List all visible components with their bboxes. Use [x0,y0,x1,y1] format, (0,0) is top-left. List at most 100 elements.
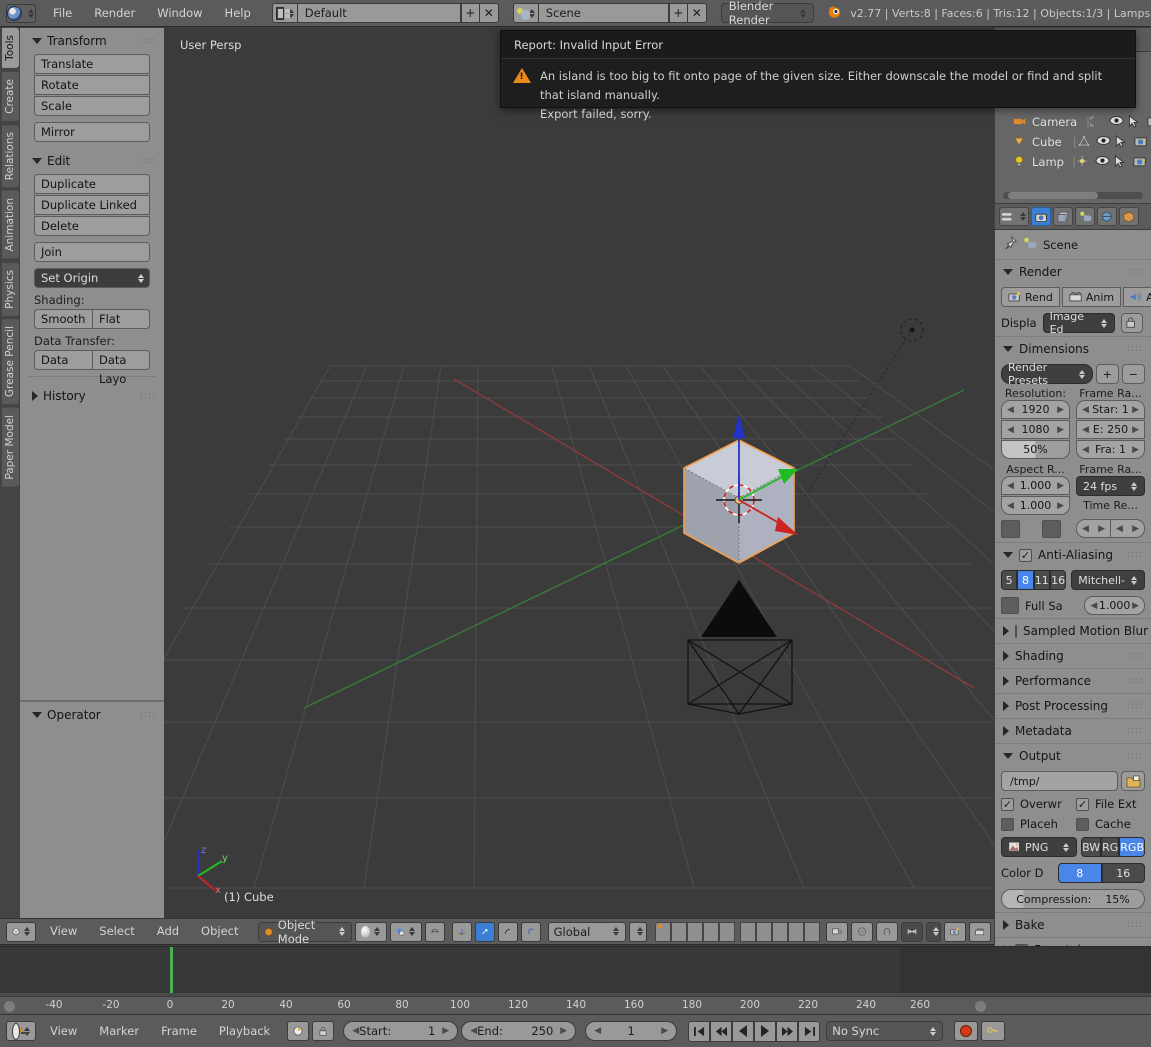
renderable-camera-icon[interactable] [1134,135,1149,149]
duplicate-button[interactable]: Duplicate [34,174,150,194]
panel-header-transform[interactable]: Transform :::: [20,28,164,54]
resolution-x-field[interactable]: ◀ 1920 ▶ [1001,400,1070,419]
timeline-track[interactable] [0,947,1151,993]
opengl-render-button[interactable] [944,922,966,942]
panel-header-operator[interactable]: Operator :::: [20,702,164,728]
orientation-spinner[interactable] [629,922,647,942]
lamp-data-icon[interactable] [1076,155,1091,169]
aa-filter-select[interactable]: Mitchell- [1071,570,1145,590]
properties-tab-object[interactable] [1119,207,1139,226]
pivot-align-toggle[interactable] [425,922,445,942]
sidebar-tab-grease-pencil[interactable]: Grease Pencil [2,319,19,404]
render-animation-button[interactable]: Anim [1062,287,1121,307]
data-layout-transfer-button[interactable]: Data Layo [92,350,150,370]
ruler-handle-left[interactable] [4,1001,15,1012]
selectable-cursor-icon[interactable] [1114,155,1129,169]
delete-scene-button[interactable]: ✕ [688,3,707,23]
outliner-scrollbar[interactable] [1003,192,1143,199]
editor-type-icon[interactable] [6,922,36,942]
frame-start-field[interactable]: ◀ Start: 1 ▶ [343,1021,458,1041]
output-path-input[interactable]: /tmp/ [1001,771,1118,791]
sidebar-tab-paper-model[interactable]: Paper Model [2,408,19,487]
jump-keyframe-forward-button[interactable] [776,1021,798,1042]
current-frame-field[interactable]: ◀ 1 ▶ [585,1021,677,1041]
border-checkbox[interactable] [1001,520,1020,538]
output-folder-button[interactable] [1121,771,1145,791]
visibility-eye-icon[interactable] [1095,155,1110,169]
mirror-button[interactable]: Mirror [34,122,150,142]
lock-camera-button[interactable] [826,922,848,942]
add-scene-button[interactable]: + [669,3,688,23]
file-format-select[interactable]: PNG [1001,837,1077,857]
blender-logo-icon[interactable] [6,4,36,23]
panel-header-history[interactable]: History :::: [20,383,164,409]
cache-result-checkbox[interactable] [1076,818,1089,831]
lock-interface-button[interactable] [1121,313,1143,333]
aa-sample-16[interactable]: 16 [1050,570,1066,590]
viewport-menu-add[interactable]: Add [146,918,190,945]
time-remap-new-field[interactable]: ◀▶ [1111,519,1145,538]
remove-preset-button[interactable]: − [1122,364,1145,384]
framerate-select[interactable]: 24 fps [1076,476,1145,496]
mesh-data-icon[interactable] [1077,135,1092,149]
layers-icon[interactable] [655,922,735,942]
timeline-menu-marker[interactable]: Marker [88,1018,150,1045]
menu-file[interactable]: File [42,0,83,27]
pin-icon[interactable] [1003,236,1017,253]
record-button[interactable] [954,1021,978,1041]
color-mode-rgba[interactable]: RGB [1119,837,1145,857]
render-presets-select[interactable]: Render Presets [1001,364,1093,384]
translate-manipulator-button[interactable] [452,922,472,942]
add-preset-button[interactable]: + [1096,364,1119,384]
panel-header-output[interactable]: Output :::: [995,743,1151,768]
delete-button[interactable]: Delete [34,216,150,236]
color-depth-8[interactable]: 8 [1058,863,1102,883]
resolution-y-field[interactable]: ◀ 1080 ▶ [1001,420,1070,439]
full-sample-checkbox[interactable] [1001,597,1019,614]
shade-smooth-button[interactable]: Smooth [34,309,92,329]
3d-viewport[interactable]: User Persp (1) Cube z y x [164,28,994,918]
screen-layout-icon[interactable] [272,3,298,23]
transform-orientation-select[interactable]: Global [548,922,626,942]
sidebar-tab-tools[interactable]: Tools [2,28,19,68]
set-origin-dropdown[interactable]: Set Origin [34,268,150,288]
motion-blur-checkbox[interactable] [1015,625,1017,638]
timeline-menu-frame[interactable]: Frame [150,1018,208,1045]
timeline-ruler[interactable]: -40 -20 0 20 40 60 80 100 120 140 160 18… [0,996,1151,1014]
compression-slider[interactable]: Compression: 15% [1001,889,1145,909]
keying-set-button[interactable] [981,1021,1005,1041]
renderable-camera-icon[interactable] [1133,155,1148,169]
lock-button[interactable] [312,1021,334,1041]
render-image-button[interactable]: Rend [1001,287,1060,307]
aa-sample-8[interactable]: 8 [1017,570,1033,590]
menu-help[interactable]: Help [214,0,262,27]
selectable-cursor-icon[interactable] [1115,135,1130,149]
render-audio-button[interactable]: Audio [1123,287,1151,307]
pivot-point-select[interactable] [390,922,422,942]
aa-sample-5[interactable]: 5 [1001,570,1017,590]
viewport-menu-select[interactable]: Select [88,918,145,945]
panel-header-bake[interactable]: Bake :::: [995,912,1151,937]
file-extensions-checkbox[interactable]: ✓ [1076,798,1089,811]
resolution-percent-field[interactable]: 50% [1001,440,1070,459]
rotate-manipulator-button[interactable] [475,922,495,942]
timeline-editor[interactable]: -40 -20 0 20 40 60 80 100 120 140 160 18… [0,946,1151,1014]
jump-end-button[interactable] [798,1021,820,1042]
timeline-menu-playback[interactable]: Playback [208,1018,281,1045]
visibility-eye-icon[interactable] [1096,135,1111,149]
frame-step-field[interactable]: ◀ Fra: 1 ▶ [1076,440,1145,459]
snap-target-select[interactable] [926,922,941,942]
timeline-menu-view[interactable]: View [39,1018,88,1045]
properties-editor-type-icon[interactable] [999,207,1029,226]
panel-header-render[interactable]: Render :::: [995,259,1151,284]
ruler-handle-right[interactable] [975,1001,986,1012]
panel-header-antialiasing[interactable]: ✓ Anti-Aliasing :::: [995,542,1151,567]
panel-header-metadata[interactable]: Metadata :::: [995,718,1151,743]
aspect-x-field[interactable]: ◀ 1.000 ▶ [1001,476,1070,495]
viewport-shading-select[interactable] [355,922,387,942]
panel-header-edit[interactable]: Edit :::: [20,148,164,174]
time-remap-old-field[interactable]: ◀▶ [1076,519,1111,538]
menu-window[interactable]: Window [146,0,213,27]
panel-header-shading[interactable]: Shading :::: [995,643,1151,668]
aa-size-field[interactable]: ◀ 1.000 ▶ [1084,596,1145,615]
